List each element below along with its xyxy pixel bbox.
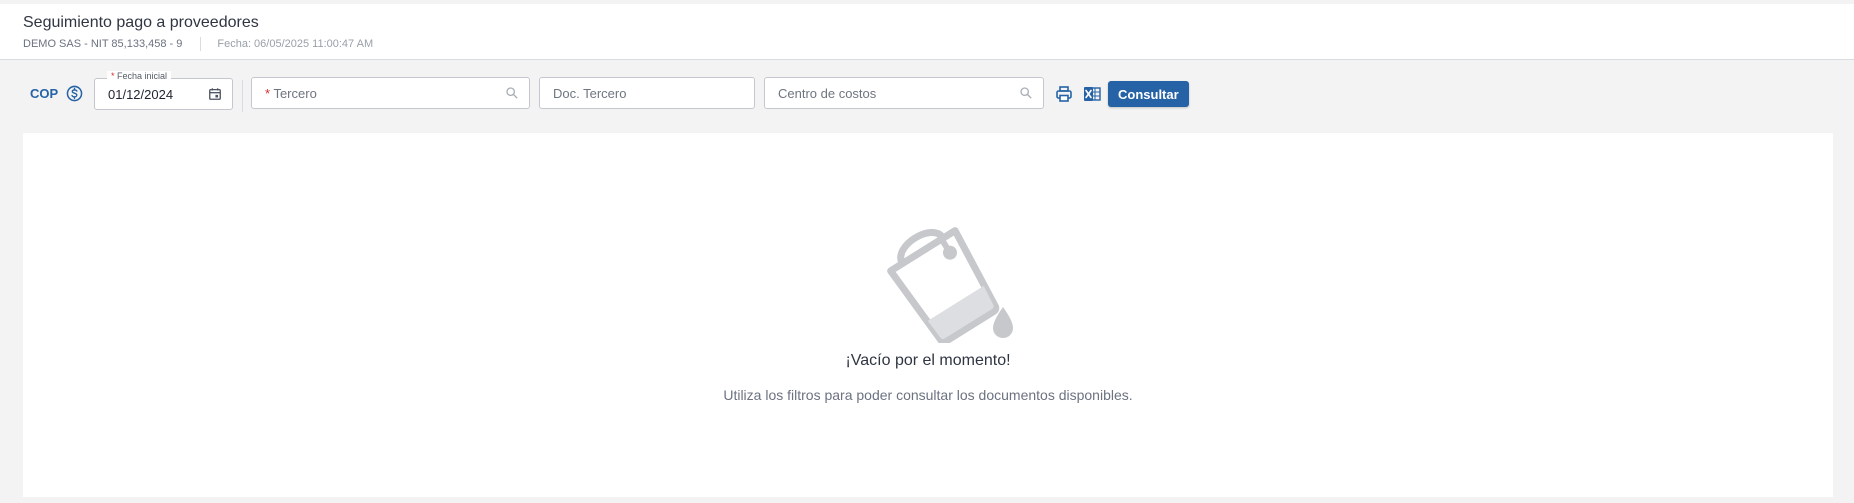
export-excel-button[interactable] (1082, 84, 1102, 104)
consultar-button[interactable]: Consultar (1108, 81, 1189, 107)
search-icon[interactable] (1019, 86, 1033, 100)
empty-state-message: Utiliza los filtros para poder consultar… (723, 387, 1133, 403)
tercero-input[interactable]: * Tercero (265, 86, 317, 101)
currency-label: COP (30, 86, 59, 101)
printer-icon (1056, 86, 1072, 102)
doc-tercero-input[interactable]: Doc. Tercero (553, 86, 626, 101)
page-title: Seguimiento pago a proveedores (23, 14, 259, 31)
excel-icon (1084, 87, 1101, 101)
page-header: Seguimiento pago a proveedores DEMO SAS … (0, 4, 1854, 60)
fecha-inicial-input[interactable]: 01/12/2024 (108, 87, 173, 102)
fecha-inicial-label: * Fecha inicial (107, 71, 172, 81)
currency-selector[interactable]: COP (30, 85, 83, 102)
fecha-inicial-field[interactable]: * Fecha inicial 01/12/2024 (94, 71, 233, 110)
header-subline: DEMO SAS - NIT 85,133,458 - 9 Fecha: 06/… (23, 37, 373, 51)
company-info: DEMO SAS - NIT 85,133,458 - 9 (23, 38, 183, 50)
calendar-icon[interactable] (208, 87, 222, 101)
header-divider (200, 37, 202, 51)
report-date: Fecha: 06/05/2025 11:00:47 AM (217, 38, 374, 50)
doc-tercero-field[interactable]: Doc. Tercero (539, 77, 755, 109)
centro-costos-input[interactable]: Centro de costos (778, 86, 876, 101)
toolbar-divider (242, 80, 243, 112)
search-icon[interactable] (505, 86, 519, 100)
tercero-field[interactable]: * Tercero (251, 77, 530, 109)
centro-costos-field[interactable]: Centro de costos (764, 77, 1044, 109)
print-button[interactable] (1054, 84, 1074, 104)
dollar-circle-icon (66, 85, 83, 102)
empty-state-title: ¡Vacío por el momento! (845, 352, 1011, 369)
filter-toolbar: COP * Fecha inicial 01/12/2024 * Tercero… (0, 60, 1854, 133)
results-panel: ¡Vacío por el momento! Utiliza los filtr… (23, 133, 1833, 497)
empty-bucket-icon (887, 227, 1013, 343)
